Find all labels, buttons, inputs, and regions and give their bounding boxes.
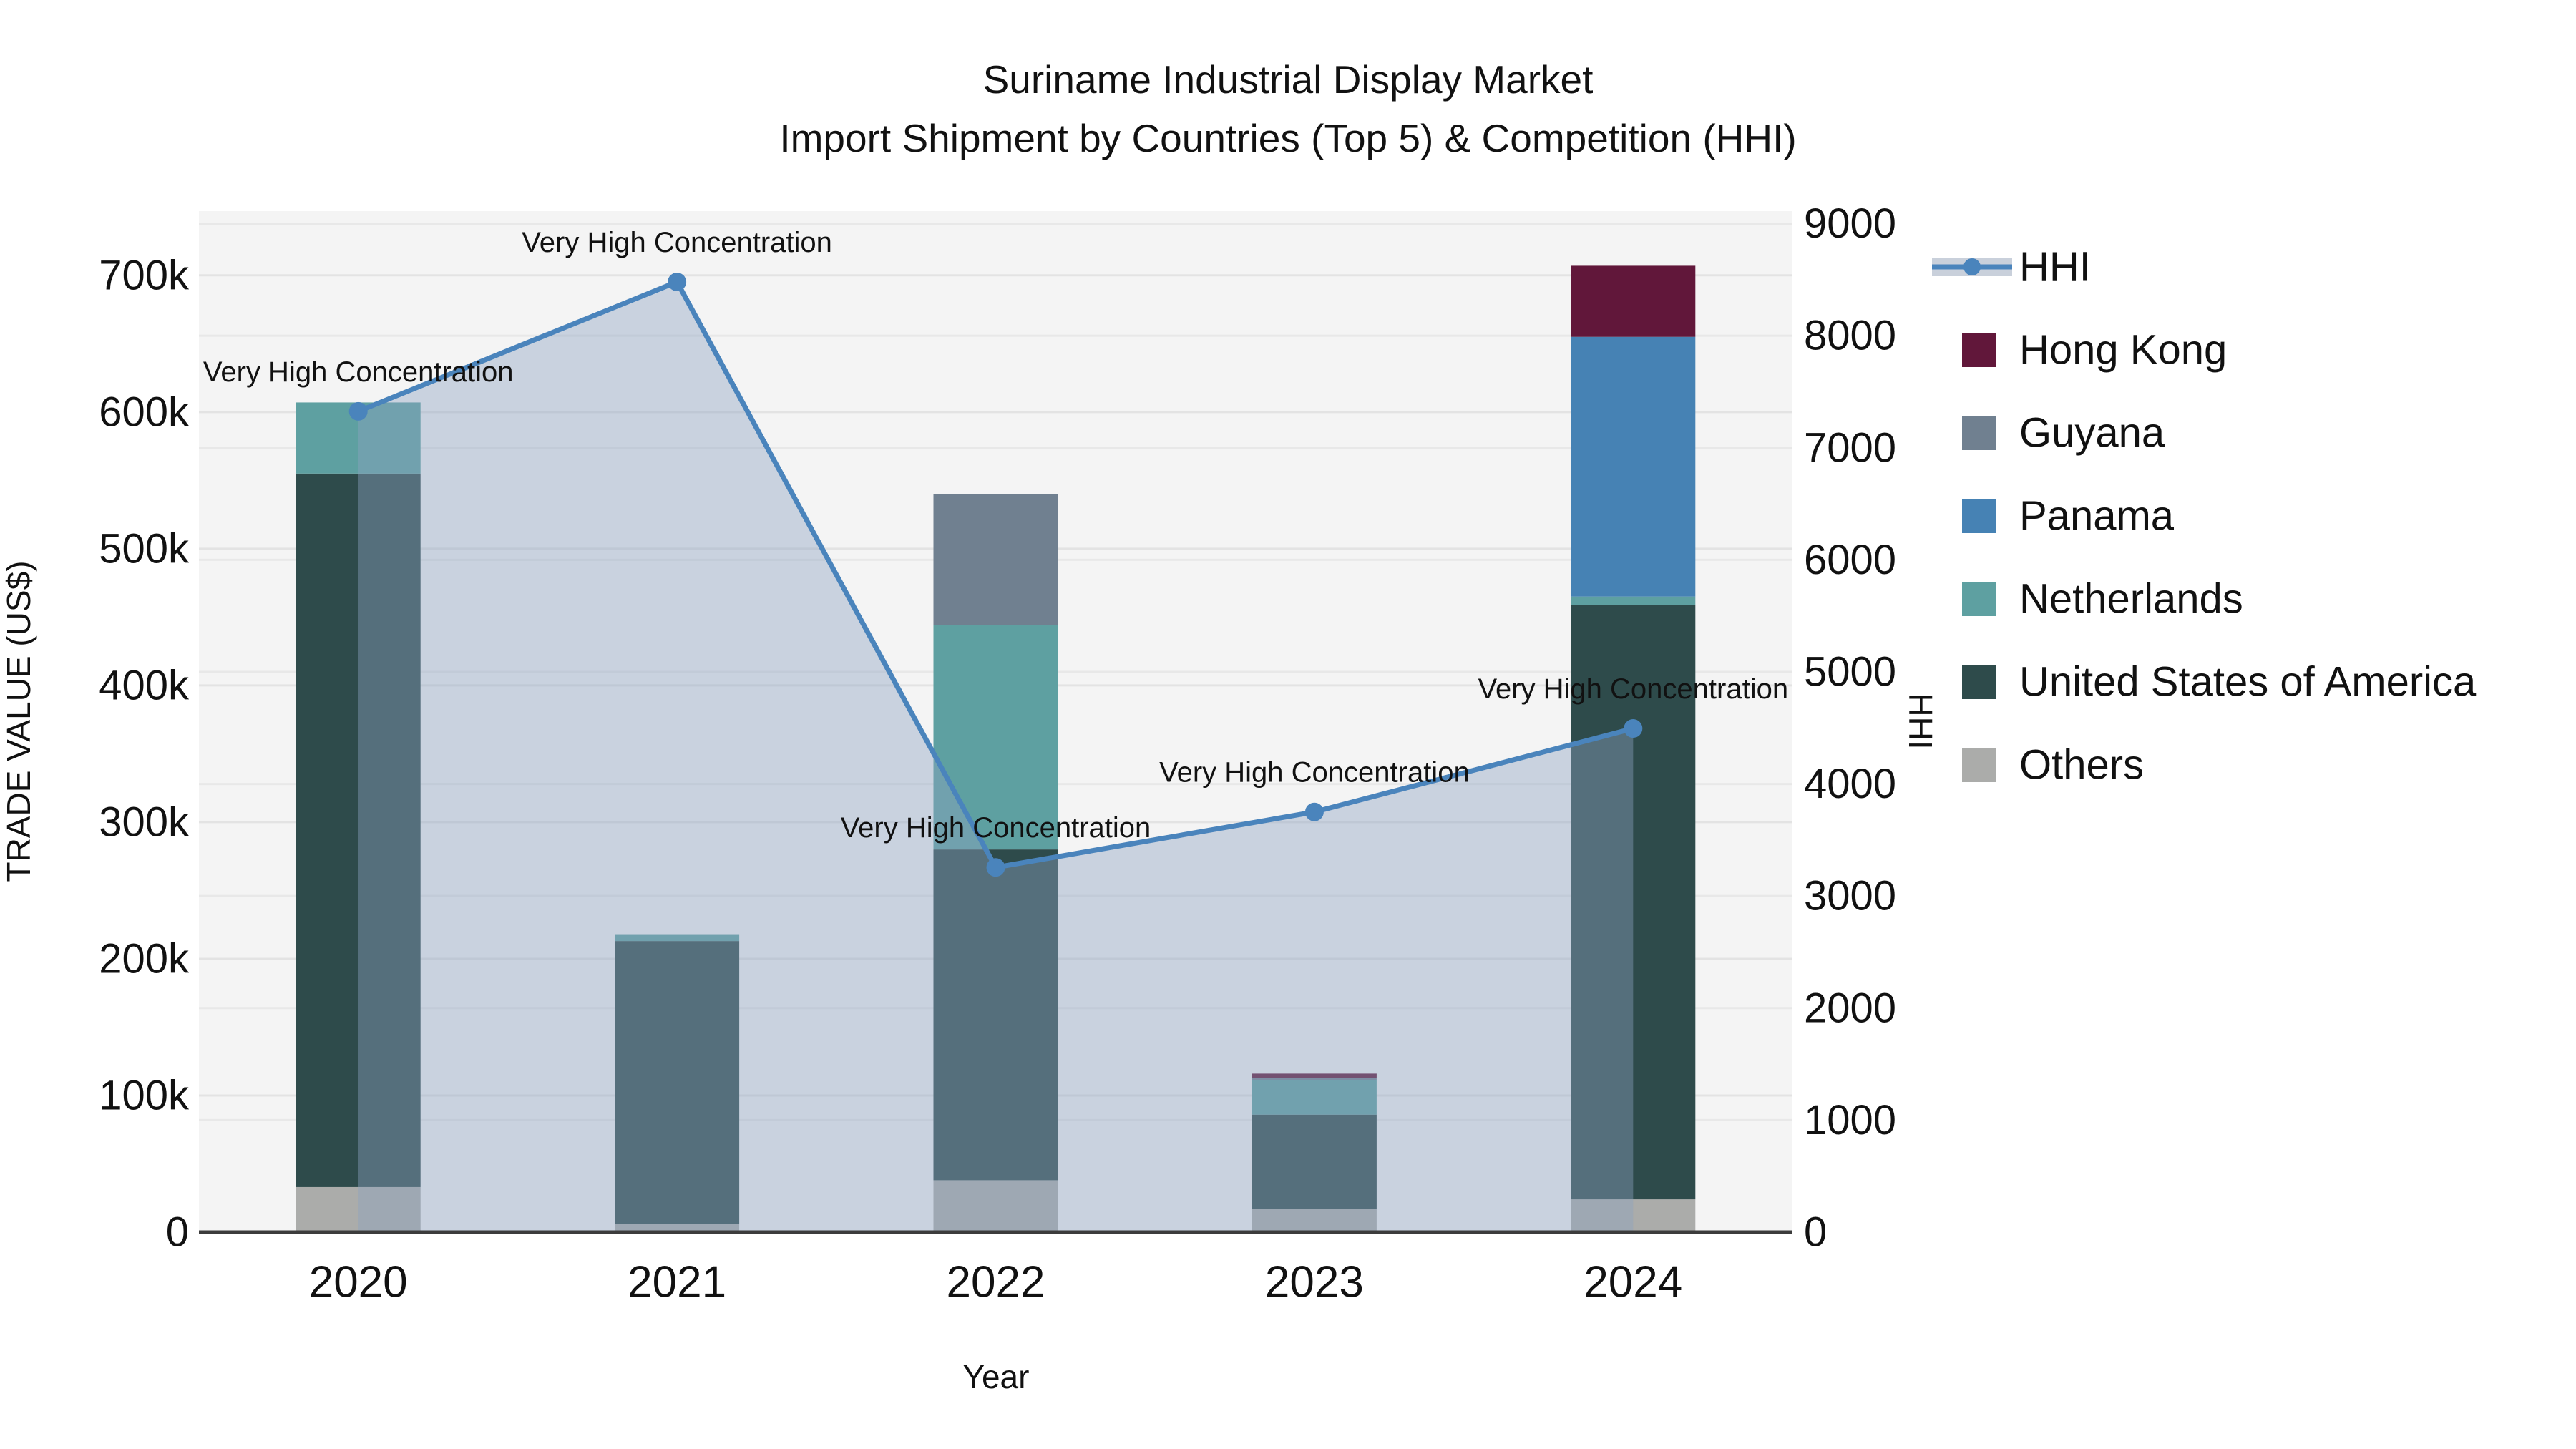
- y-left-tick-200k: 200k: [99, 935, 190, 982]
- legend-item-guyana[interactable]: Guyana: [1962, 410, 2165, 457]
- y-left-tick-100k: 100k: [99, 1072, 190, 1118]
- hhi-marker-2021[interactable]: [668, 272, 687, 291]
- annotation-2022: Very High Concentration: [841, 812, 1151, 844]
- y-right-tick-9000: 9000: [1804, 200, 1896, 247]
- bar-segment-panama-2024[interactable]: [1571, 336, 1696, 597]
- legend-item-netherlands[interactable]: Netherlands: [1962, 576, 2243, 623]
- legend-label: Hong Kong: [2019, 327, 2227, 374]
- legend-swatch-icon: [1962, 333, 1996, 367]
- legend-item-hong-kong[interactable]: Hong Kong: [1962, 327, 2227, 374]
- legend-swatch-icon: [1962, 748, 1996, 782]
- chart-title-line1: Suriname Industrial Display Market: [983, 57, 1594, 102]
- legend-label: Netherlands: [2019, 576, 2243, 623]
- y-right-tick-labels: 0 1000 2000 3000 4000 5000 6000 7000 8000 9000: [1804, 200, 1896, 1255]
- legend-hhi-marker-icon: [1963, 258, 1981, 275]
- x-tick-2021: 2021: [628, 1258, 726, 1307]
- annotation-2020: Very High Concentration: [203, 356, 514, 388]
- y-left-tick-300k: 300k: [99, 799, 190, 845]
- x-tick-2024: 2024: [1584, 1258, 1682, 1307]
- y-right-tick-0: 0: [1804, 1209, 1827, 1256]
- legend-swatch-icon: [1962, 416, 1996, 450]
- chart-canvas: Very High ConcentrationVery High Concent…: [0, 57, 2477, 1395]
- legend-label: Guyana: [2019, 410, 2165, 457]
- y-left-axis-title: TRADE VALUE (US$): [0, 560, 37, 882]
- hhi-marker-2022[interactable]: [986, 858, 1005, 877]
- hhi-marker-2023[interactable]: [1304, 802, 1324, 821]
- legend-label: United States of America: [2019, 659, 2477, 706]
- y-right-tick-3000: 3000: [1804, 873, 1896, 919]
- x-tick-2023: 2023: [1265, 1258, 1364, 1307]
- y-left-tick-500k: 500k: [99, 525, 190, 572]
- legend-item-united-states-of-america[interactable]: United States of America: [1962, 659, 2477, 706]
- y-left-tick-400k: 400k: [99, 662, 190, 708]
- legend-item-panama[interactable]: Panama: [1962, 493, 2175, 540]
- y-right-tick-8000: 8000: [1804, 313, 1896, 359]
- hhi-marker-2020[interactable]: [348, 401, 368, 421]
- chart-figure: Very High Concentration Very High Concent…: [0, 0, 2576, 1449]
- legend-swatch-icon: [1962, 582, 1996, 616]
- hhi-marker-2024[interactable]: [1624, 719, 1643, 738]
- annotation-2021: Very High Concentration: [522, 227, 832, 258]
- chart-title-line2: Import Shipment by Countries (Top 5) & C…: [779, 116, 1796, 160]
- y-left-tick-0: 0: [166, 1209, 189, 1256]
- bar-segment-hong-kong-2024[interactable]: [1571, 265, 1696, 337]
- y-left-tick-700k: 700k: [99, 252, 190, 298]
- y-right-tick-6000: 6000: [1804, 537, 1896, 583]
- annotation-2024: Very High Concentration: [1478, 673, 1789, 705]
- legend-item-hhi[interactable]: HHI: [1932, 244, 2091, 291]
- y-right-tick-4000: 4000: [1804, 761, 1896, 807]
- legend: HHI Hong Kong Guyana Panama Netherlands Unite…: [1932, 244, 2477, 789]
- annotation-2023: Very High Concentration: [1159, 757, 1470, 789]
- y-right-axis-title: HHI: [1902, 693, 1939, 749]
- x-axis-title: Year: [963, 1358, 1030, 1395]
- y-right-tick-5000: 5000: [1804, 648, 1896, 695]
- y-right-tick-1000: 1000: [1804, 1097, 1896, 1143]
- legend-swatch-icon: [1962, 499, 1996, 533]
- bar-segment-guyana-2022[interactable]: [933, 494, 1058, 625]
- bar-segment-netherlands-2024[interactable]: [1571, 596, 1696, 605]
- legend-item-others[interactable]: Others: [1962, 742, 2144, 789]
- legend-label: Panama: [2019, 493, 2175, 540]
- y-right-tick-7000: 7000: [1804, 424, 1896, 471]
- x-tick-labels: 2020 2021 2022 2023 2024: [309, 1258, 1683, 1307]
- legend-swatch-icon: [1962, 665, 1996, 699]
- y-left-tick-labels: 0 100k 200k 300k 400k 500k 600k 700k: [99, 252, 190, 1255]
- legend-label: Others: [2019, 742, 2144, 789]
- x-tick-2020: 2020: [309, 1258, 408, 1307]
- y-right-tick-2000: 2000: [1804, 985, 1896, 1031]
- x-tick-2022: 2022: [947, 1258, 1045, 1307]
- y-left-tick-600k: 600k: [99, 389, 190, 435]
- legend-label: HHI: [2019, 244, 2091, 291]
